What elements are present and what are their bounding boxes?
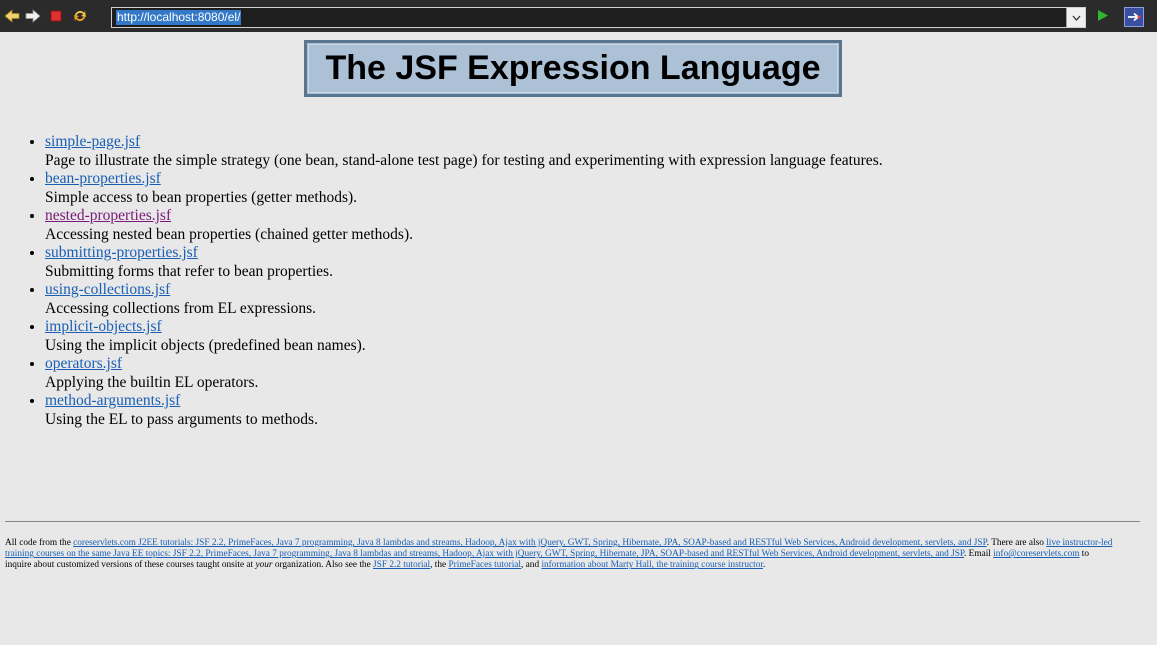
back-arrow-icon[interactable] xyxy=(3,7,21,25)
list-item-description: Accessing collections from EL expression… xyxy=(45,299,317,317)
stop-icon[interactable] xyxy=(47,7,65,25)
list-item: bean-properties.jsf Simple access to bea… xyxy=(45,170,1145,207)
footer-link-primefaces-tutorial[interactable]: PrimeFaces tutorial xyxy=(448,560,521,570)
footer-text: , and xyxy=(521,560,542,571)
footer-link-email[interactable]: info@coreservlets.com xyxy=(993,549,1079,559)
browser-toolbar: http://localhost:8080/el/ xyxy=(0,0,1157,32)
list-item-description: Accessing nested bean properties (chaine… xyxy=(45,225,413,243)
page-title-box: The JSF Expression Language xyxy=(304,40,842,97)
list-item-description: Simple access to bean properties (getter… xyxy=(45,188,358,206)
link-bean-properties[interactable]: bean-properties.jsf xyxy=(45,170,161,187)
link-operators[interactable]: operators.jsf xyxy=(45,355,122,372)
address-bar-url[interactable]: http://localhost:8080/el/ xyxy=(116,10,242,25)
link-nested-properties[interactable]: nested-properties.jsf xyxy=(45,207,171,224)
forward-arrow-icon[interactable] xyxy=(24,7,42,25)
footer-link-jsf-tutorial[interactable]: JSF 2.2 tutorial xyxy=(373,560,430,570)
list-item: operators.jsf Applying the builtin EL op… xyxy=(45,355,1145,392)
go-play-icon[interactable] xyxy=(1096,9,1109,27)
list-item: submitting-properties.jsf Submitting for… xyxy=(45,244,1145,281)
link-simple-page[interactable]: simple-page.jsf xyxy=(45,133,140,150)
refresh-icon[interactable] xyxy=(71,7,89,25)
open-external-icon[interactable] xyxy=(1124,7,1144,27)
footer-text: , the xyxy=(430,560,449,571)
link-submitting-properties[interactable]: submitting-properties.jsf xyxy=(45,244,198,261)
list-item: method-arguments.jsf Using the EL to pas… xyxy=(45,392,1145,429)
address-bar[interactable]: http://localhost:8080/el/ xyxy=(111,7,1086,28)
footer-text: organization. Also see the xyxy=(272,560,374,571)
page-title: The JSF Expression Language xyxy=(325,49,821,87)
list-item-description: Using the EL to pass arguments to method… xyxy=(45,410,318,428)
address-dropdown-chevron-down-icon[interactable] xyxy=(1066,8,1085,27)
list-item: implicit-objects.jsf Using the implicit … xyxy=(45,318,1145,355)
link-method-arguments[interactable]: method-arguments.jsf xyxy=(45,392,180,409)
list-item-description: Applying the builtin EL operators. xyxy=(45,373,259,391)
list-item-description: Page to illustrate the simple strategy (… xyxy=(45,151,883,169)
footer-text: . Email xyxy=(964,549,994,560)
footer-emphasis: your xyxy=(255,560,273,571)
footer-link-marty-hall[interactable]: information about Marty Hall, the traini… xyxy=(541,560,763,570)
list-item: nested-properties.jsf Accessing nested b… xyxy=(45,207,1145,244)
footer-text: . xyxy=(762,560,766,571)
list-item: simple-page.jsf Page to illustrate the s… xyxy=(45,133,1145,170)
list-item-description: Submitting forms that refer to bean prop… xyxy=(45,262,333,280)
footer-link-tutorials[interactable]: coreservlets.com J2EE tutorials: JSF 2.2… xyxy=(73,538,987,548)
footer-divider xyxy=(5,521,1140,522)
link-using-collections[interactable]: using-collections.jsf xyxy=(45,281,170,298)
footer-text: All code from the xyxy=(5,538,74,548)
link-implicit-objects[interactable]: implicit-objects.jsf xyxy=(45,318,162,335)
footer: All code from the coreservlets.com J2EE … xyxy=(5,538,1115,572)
footer-text: . There are also xyxy=(986,538,1047,548)
page-list: simple-page.jsf Page to illustrate the s… xyxy=(0,133,1145,429)
list-item: using-collections.jsf Accessing collecti… xyxy=(45,281,1145,318)
list-item-description: Using the implicit objects (predefined b… xyxy=(45,336,366,354)
